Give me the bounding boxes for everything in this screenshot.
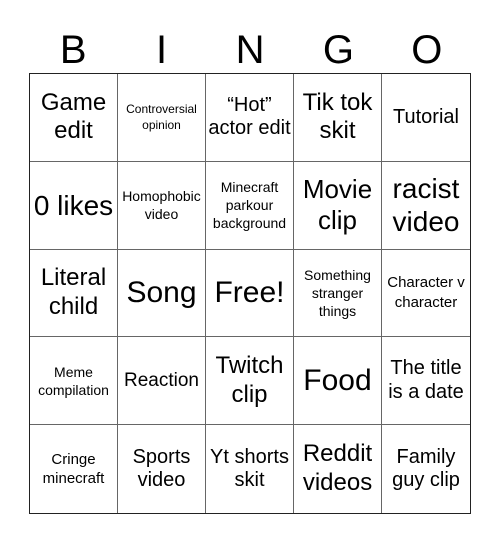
bingo-cell[interactable]: Character v character (382, 250, 470, 338)
bingo-cell[interactable]: Sports video (118, 425, 206, 513)
cell-text: Cringe minecraft (42, 450, 105, 488)
bingo-cell[interactable]: The title is a date (382, 337, 470, 426)
bingo-cell[interactable]: Tik tok skit (294, 74, 382, 162)
bingo-cell[interactable]: Something stranger things (294, 249, 382, 338)
header-letter-o: O (411, 28, 443, 72)
cell-text: Controversial opinion (126, 102, 197, 133)
cell-text: Literal child (40, 264, 107, 320)
bingo-cell[interactable]: Movie clip (294, 161, 382, 250)
cell-text: Reddit videos (302, 440, 373, 497)
bingo-cell[interactable]: racist video (382, 162, 470, 250)
bingo-cell[interactable]: Cringe minecraft (30, 425, 118, 513)
cell-text: Free! (214, 275, 285, 309)
bingo-cell[interactable]: Controversial opinion (118, 74, 206, 162)
bingo-cell[interactable]: Literal child (30, 249, 118, 338)
header-letter-b: B (59, 28, 87, 72)
bingo-cell[interactable]: Family guy clip (382, 425, 470, 513)
cell-text: The title is a date (388, 357, 464, 403)
cell-text: Homophobic video (122, 188, 201, 223)
cell-text: Character v character (387, 274, 465, 311)
bingo-cell[interactable]: Twitch clip (206, 337, 294, 426)
bingo-cell[interactable]: Yt shorts skit (206, 425, 294, 513)
cell-text: Twitch clip (215, 351, 284, 408)
cell-text: Tik tok skit (302, 88, 373, 145)
cell-text: Game edit (40, 88, 107, 145)
cell-text: racist video (392, 173, 460, 238)
bingo-cell[interactable]: Tutorial (382, 74, 470, 162)
bingo-grid: Game edit Controversial opinion “Hot” ac… (29, 73, 471, 514)
bingo-cell[interactable]: “Hot” actor edit (206, 74, 294, 162)
cell-text: Meme compilation (38, 363, 109, 398)
cell-text: Reaction (124, 369, 199, 391)
cell-text: Tutorial (393, 105, 459, 128)
header-letter-n: N (235, 28, 265, 72)
bingo-cell[interactable]: Reaction (118, 337, 206, 426)
bingo-cell[interactable]: Minecraft parkour background (206, 161, 294, 250)
bingo-cell[interactable]: Food (294, 337, 382, 426)
cell-text: 0 likes (33, 189, 114, 221)
cell-text: Sports video (132, 445, 191, 492)
bingo-cell[interactable]: 0 likes (30, 161, 118, 250)
bingo-cell[interactable]: Reddit videos (294, 425, 382, 513)
header-letter-g: G (322, 28, 354, 72)
cell-text: Food (303, 363, 372, 397)
header-letter-i: I (156, 28, 168, 72)
bingo-cell[interactable]: Homophobic video (118, 161, 206, 250)
cell-text: Family guy clip (392, 445, 460, 492)
bingo-header: B I N G O (29, 28, 471, 73)
bingo-cell[interactable]: Meme compilation (30, 337, 118, 426)
cell-text: Something stranger things (304, 266, 371, 320)
cell-text: Song (126, 275, 197, 309)
bingo-cell[interactable]: Song (118, 249, 206, 338)
free-space-cell[interactable]: Free! (206, 249, 294, 338)
cell-text: Minecraft parkour background (212, 178, 287, 232)
cell-text: Movie clip (302, 174, 373, 236)
bingo-cell[interactable]: Game edit (30, 74, 118, 162)
cell-text: Yt shorts skit (210, 445, 289, 492)
cell-text: “Hot” actor edit (208, 93, 291, 140)
